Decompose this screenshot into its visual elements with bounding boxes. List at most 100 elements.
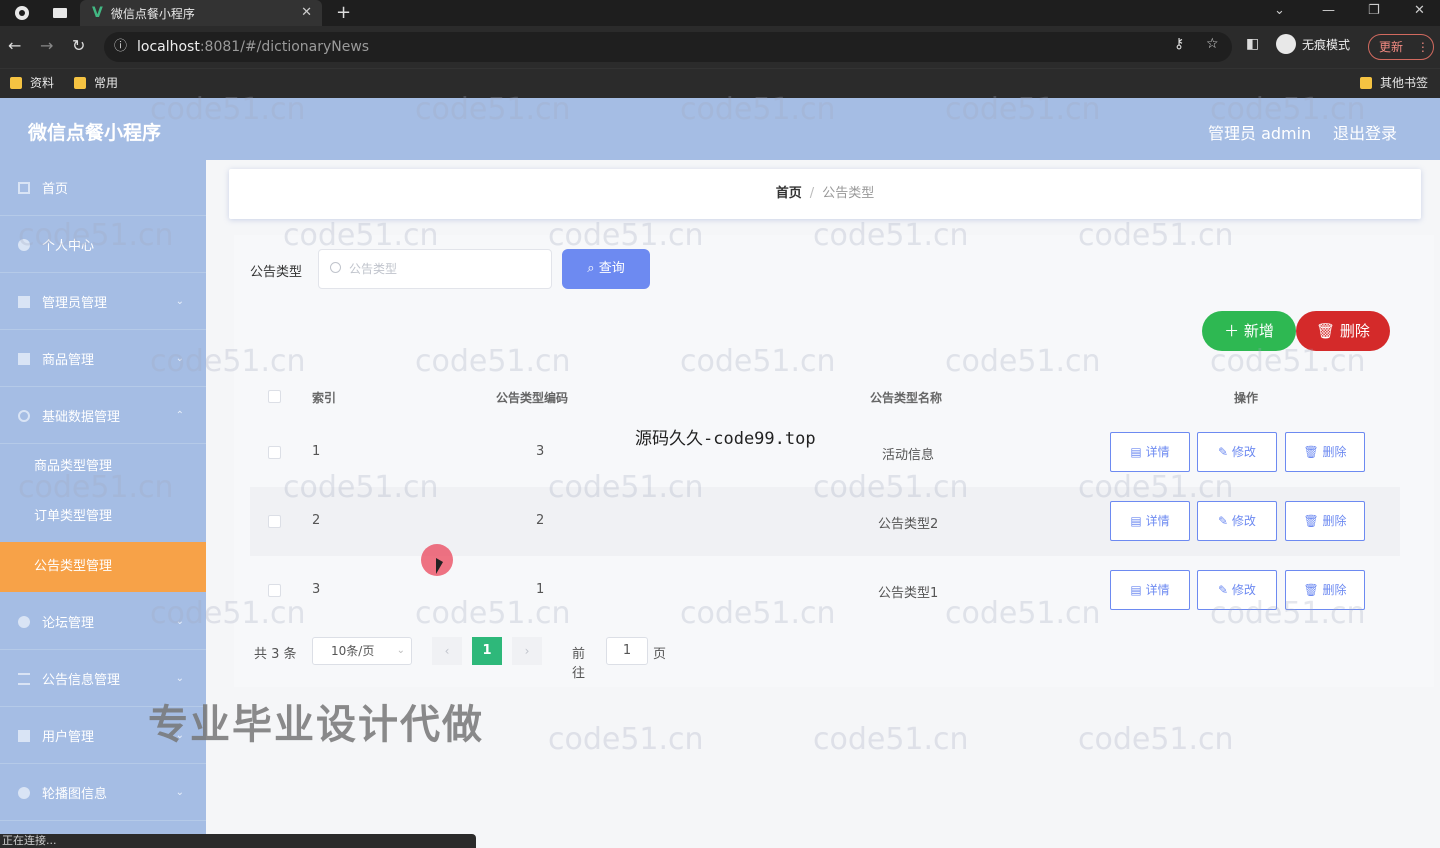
cell-index: 2: [312, 513, 321, 528]
row-checkbox[interactable]: [268, 446, 281, 459]
browser-tab-active[interactable]: V 微信点餐小程序 ✕: [80, 0, 322, 26]
page-number-active[interactable]: 1: [472, 637, 502, 665]
sidebar-item-forum[interactable]: 论坛管理 ⌄: [0, 594, 206, 650]
incognito-indicator[interactable]: 无痕模式: [1276, 34, 1350, 54]
update-label: 更新: [1379, 40, 1404, 54]
trash-icon: 🗑: [1303, 514, 1323, 528]
goto-page-input[interactable]: 1: [606, 637, 648, 665]
add-button[interactable]: ＋ 新增: [1202, 311, 1296, 351]
column-header-code[interactable]: 公告类型编码: [496, 389, 568, 406]
query-label: 查询: [598, 261, 625, 276]
delete-label: 删除: [1322, 445, 1347, 459]
promo-overlay-text: 专业毕业设计代做: [148, 702, 484, 748]
page-size-select[interactable]: 10条/页 ⌄: [312, 637, 412, 665]
sidebar-subitem-notice-type[interactable]: 公告类型管理: [0, 542, 206, 592]
reload-icon[interactable]: ↻: [72, 36, 85, 55]
edit-button[interactable]: ✎ 修改: [1197, 501, 1277, 541]
detail-button[interactable]: ▤ 详情: [1110, 570, 1190, 610]
chevron-down-icon: ⌄: [175, 296, 184, 307]
cell-code: 3: [536, 444, 545, 459]
url-field[interactable]: ⓘ localhost:8081/#/dictionaryNews: [104, 32, 1232, 62]
chevron-down-icon: ⌄: [175, 353, 184, 364]
tab-search-icon[interactable]: ⌄: [1274, 3, 1285, 18]
sidebar-item-home[interactable]: 首页: [0, 160, 206, 216]
row-checkbox[interactable]: [268, 584, 281, 597]
side-panel-icon[interactable]: ◧: [1246, 36, 1259, 52]
list-panel: 公告类型 公告类型 ⌕ 查询 ＋ 新增 🗑 删除 索引 公告类型编码 公告类型名…: [234, 235, 1434, 687]
cell-index: 1: [312, 444, 321, 459]
bookmark-star-icon[interactable]: ☆: [1206, 36, 1219, 52]
bookmark-label: 常用: [94, 76, 119, 90]
tab-list-icon[interactable]: [52, 5, 68, 21]
search-input[interactable]: 公告类型: [318, 249, 552, 289]
edit-button[interactable]: ✎ 修改: [1197, 570, 1277, 610]
row-delete-button[interactable]: 🗑 删除: [1285, 570, 1365, 610]
detail-label: 详情: [1145, 445, 1170, 459]
column-header-name[interactable]: 公告类型名称: [870, 389, 942, 406]
sidebar-item-carousel[interactable]: 轮播图信息 ⌄: [0, 765, 206, 821]
query-button[interactable]: ⌕ 查询: [562, 249, 650, 289]
sidebar-item-admin[interactable]: 管理员管理 ⌄: [0, 274, 206, 330]
sidebar-item-label: 用户管理: [42, 730, 95, 745]
users-icon: [18, 729, 30, 742]
sidebar-item-basic-data[interactable]: 基础数据管理 ⌃: [0, 388, 206, 444]
sidebar-item-goods[interactable]: 商品管理 ⌄: [0, 331, 206, 387]
sidebar-subitem-order-type[interactable]: 订单类型管理: [0, 492, 206, 542]
detail-button[interactable]: ▤ 详情: [1110, 501, 1190, 541]
sidebar-subitem-goods-type[interactable]: 商品类型管理: [0, 442, 206, 492]
restore-icon[interactable]: ❐: [1368, 3, 1380, 18]
sidebar-item-label: 管理员管理: [42, 296, 108, 311]
minimize-icon[interactable]: —: [1322, 3, 1335, 18]
forward-icon[interactable]: →: [40, 36, 53, 55]
batch-delete-button[interactable]: 🗑 删除: [1296, 311, 1390, 351]
row-delete-button[interactable]: 🗑 删除: [1285, 432, 1365, 472]
vue-logo-icon: V: [92, 5, 103, 21]
edit-icon: ✎: [1218, 514, 1232, 528]
select-all-checkbox[interactable]: [268, 390, 281, 403]
back-icon[interactable]: ←: [8, 36, 21, 55]
app-header: 微信点餐小程序 管理员 admin 退出登录: [0, 98, 1440, 160]
new-tab-button[interactable]: +: [336, 2, 351, 23]
trash-icon: 🗑: [1303, 445, 1323, 459]
window-close-icon[interactable]: ✕: [1414, 3, 1425, 18]
image-icon: [18, 786, 30, 799]
home-icon: [18, 181, 30, 194]
column-header-index[interactable]: 索引: [312, 389, 336, 406]
other-bookmarks[interactable]: 其他书签: [1360, 74, 1428, 91]
breadcrumb-home[interactable]: 首页: [776, 186, 802, 201]
prev-page-button[interactable]: ‹: [432, 637, 462, 665]
address-bar-area: ← → ↻ ⓘ localhost:8081/#/dictionaryNews …: [0, 26, 1440, 68]
tab-close-icon[interactable]: ✕: [301, 5, 312, 20]
cell-name: 公告类型1: [878, 586, 939, 601]
sidebar-item-label: 个人中心: [42, 239, 95, 254]
breadcrumb-current: 公告类型: [822, 186, 875, 201]
edit-icon: ✎: [1218, 583, 1232, 597]
database-icon: [18, 409, 30, 422]
site-info-icon[interactable]: ⓘ: [114, 32, 127, 62]
table-row: 1 3 活动信息 ▤ 详情 ✎ 修改 🗑 删除: [250, 418, 1400, 487]
more-menu-icon[interactable]: ⋮: [1417, 40, 1429, 54]
bookmarks-bar: 资料 常用 其他书签: [0, 68, 1440, 98]
row-checkbox[interactable]: [268, 515, 281, 528]
edit-button[interactable]: ✎ 修改: [1197, 432, 1277, 472]
sidebar-item-label: 轮播图信息: [42, 787, 108, 802]
key-icon[interactable]: ⚷: [1174, 36, 1184, 52]
other-bookmarks-label: 其他书签: [1380, 76, 1429, 90]
trash-icon: 🗑: [1316, 322, 1336, 340]
cell-code: 1: [536, 582, 545, 597]
update-button[interactable]: 更新 ⋮: [1368, 34, 1434, 60]
bookmark-folder-1[interactable]: 常用: [74, 74, 118, 91]
sidebar-item-label: 商品管理: [42, 353, 95, 368]
bookmark-folder-0[interactable]: 资料: [10, 74, 54, 91]
detail-label: 详情: [1145, 514, 1170, 528]
row-delete-button[interactable]: 🗑 删除: [1285, 501, 1365, 541]
page-suffix: 页: [653, 647, 667, 662]
browser-menu-icon[interactable]: [14, 5, 30, 21]
folder-icon: [1360, 76, 1372, 89]
sidebar-item-label: 论坛管理: [42, 616, 95, 631]
detail-button[interactable]: ▤ 详情: [1110, 432, 1190, 472]
document-icon: ▤: [1130, 514, 1146, 528]
logout-link[interactable]: 退出登录: [1333, 120, 1397, 144]
sidebar-item-profile[interactable]: 个人中心: [0, 217, 206, 273]
next-page-button[interactable]: ›: [512, 637, 542, 665]
